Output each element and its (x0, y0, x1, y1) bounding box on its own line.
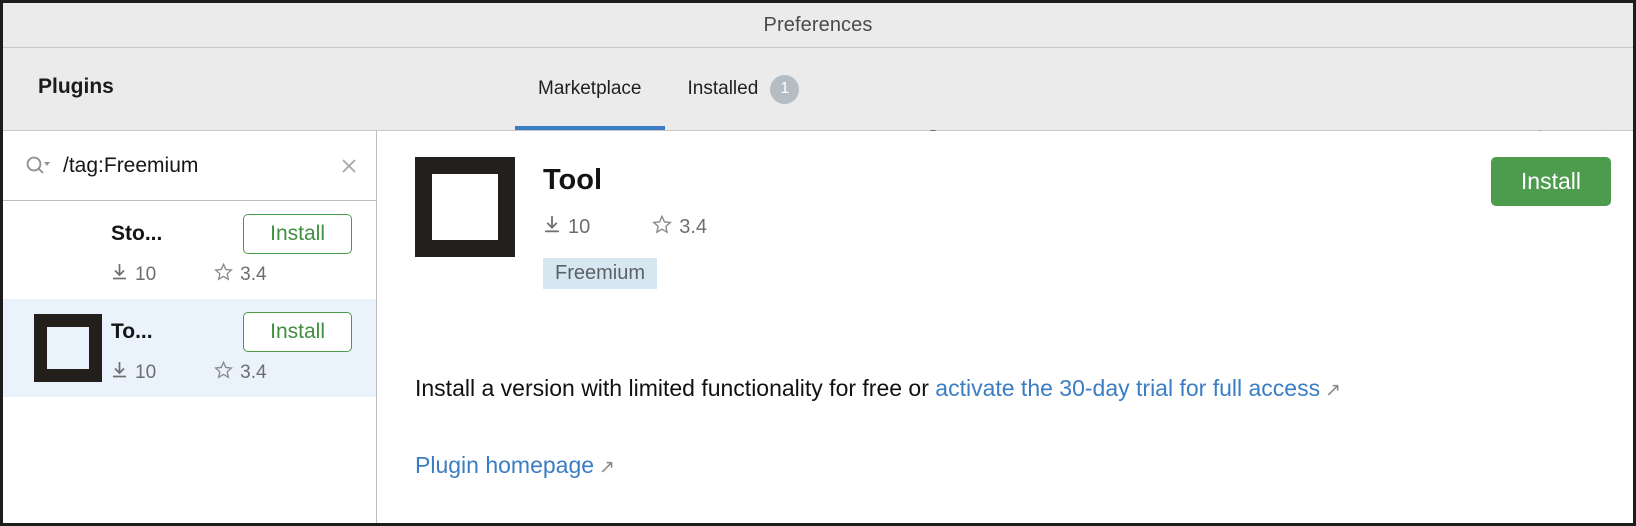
tab-marketplace-label: Marketplace (538, 78, 642, 99)
plugin-item-content: Sto... Install 10 3.4 (111, 213, 352, 287)
downloads-stat: 10 (543, 215, 590, 240)
downloads-count: 10 (135, 263, 157, 285)
external-link-icon: ↗ (1325, 380, 1341, 401)
downloads-count: 10 (568, 215, 591, 238)
window-title: Preferences (763, 13, 873, 36)
plugin-item-header: Sto... Install (111, 213, 352, 254)
status-badge[interactable]: Freemium (543, 257, 658, 289)
tag-list: Freemium (543, 257, 707, 289)
plugin-homepage-link[interactable]: Plugin homepage (415, 452, 594, 478)
star-icon (652, 214, 673, 240)
detail-stats: 10 3.4 (543, 214, 708, 240)
list-install-button[interactable]: Install (243, 213, 352, 254)
close-icon[interactable] (336, 153, 362, 179)
downloads-count: 10 (135, 361, 157, 383)
page-title: Plugins (38, 75, 114, 98)
plugins-header: Plugins Marketplace Installed 1 (3, 48, 1633, 151)
plugin-icon-slot (25, 314, 111, 382)
tab-installed[interactable]: Installed 1 (665, 48, 823, 130)
downloads-stat: 10 (111, 263, 156, 287)
window-titlebar: Preferences (3, 3, 1633, 48)
plugin-name: To... (111, 319, 153, 343)
plugin-title: Tool (543, 164, 603, 196)
plugin-item-content: To... Install 10 3.4 (111, 311, 352, 385)
description-text: Install a version with limited functiona… (415, 375, 936, 401)
downloads-stat: 10 (111, 361, 156, 385)
plugin-description: Install a version with limited functiona… (415, 374, 1619, 404)
plugin-detail-panel: Install Tool 10 3.4 Freemium Install a v… (377, 131, 1633, 523)
list-item[interactable]: Sto... Install 10 3.4 (3, 201, 376, 299)
installed-count-badge: 1 (770, 74, 800, 104)
homepage-row: Plugin homepage ↗ (415, 452, 615, 479)
star-icon (214, 360, 234, 385)
rating-stat: 3.4 (214, 262, 267, 287)
search-row[interactable]: /tag:Freemium (3, 131, 376, 201)
rating-value: 3.4 (240, 263, 267, 285)
plugin-square-icon (34, 314, 102, 382)
search-input[interactable]: /tag:Freemium (63, 154, 336, 178)
search-icon[interactable] (25, 155, 51, 177)
plugin-name: Sto... (111, 221, 163, 245)
plugin-stats: 10 3.4 (111, 360, 352, 385)
preferences-window: Preferences Plugins Marketplace Installe… (0, 0, 1636, 526)
trial-link[interactable]: activate the 30-day trial for full acces… (935, 375, 1320, 401)
list-item[interactable]: To... Install 10 3.4 (3, 299, 376, 397)
install-button[interactable]: Install (1490, 157, 1611, 206)
download-icon (543, 215, 561, 240)
plugin-stats: 10 3.4 (111, 262, 352, 287)
star-icon (214, 262, 234, 287)
tab-installed-label: Installed (687, 78, 759, 99)
tab-bar: Marketplace Installed 1 (515, 48, 822, 130)
rating-stat: 3.4 (652, 214, 708, 240)
plugin-square-icon (415, 157, 515, 257)
list-install-button[interactable]: Install (243, 311, 352, 352)
detail-info: Tool 10 3.4 Freemium (543, 157, 707, 289)
detail-header: Tool 10 3.4 Freemium (377, 131, 1633, 289)
rating-stat: 3.4 (214, 360, 267, 385)
plugin-list: Sto... Install 10 3.4 To... Install 10 3… (3, 201, 376, 523)
download-icon (111, 263, 128, 287)
plugin-list-panel: /tag:Freemium Sto... Install 10 3.4 To..… (3, 131, 377, 523)
tab-marketplace[interactable]: Marketplace (515, 48, 665, 130)
external-link-icon: ↗ (599, 457, 615, 478)
rating-value: 3.4 (240, 361, 267, 383)
download-icon (111, 361, 128, 385)
rating-value: 3.4 (679, 215, 708, 238)
plugins-body: /tag:Freemium Sto... Install 10 3.4 To..… (3, 130, 1633, 523)
plugin-item-header: To... Install (111, 311, 352, 352)
